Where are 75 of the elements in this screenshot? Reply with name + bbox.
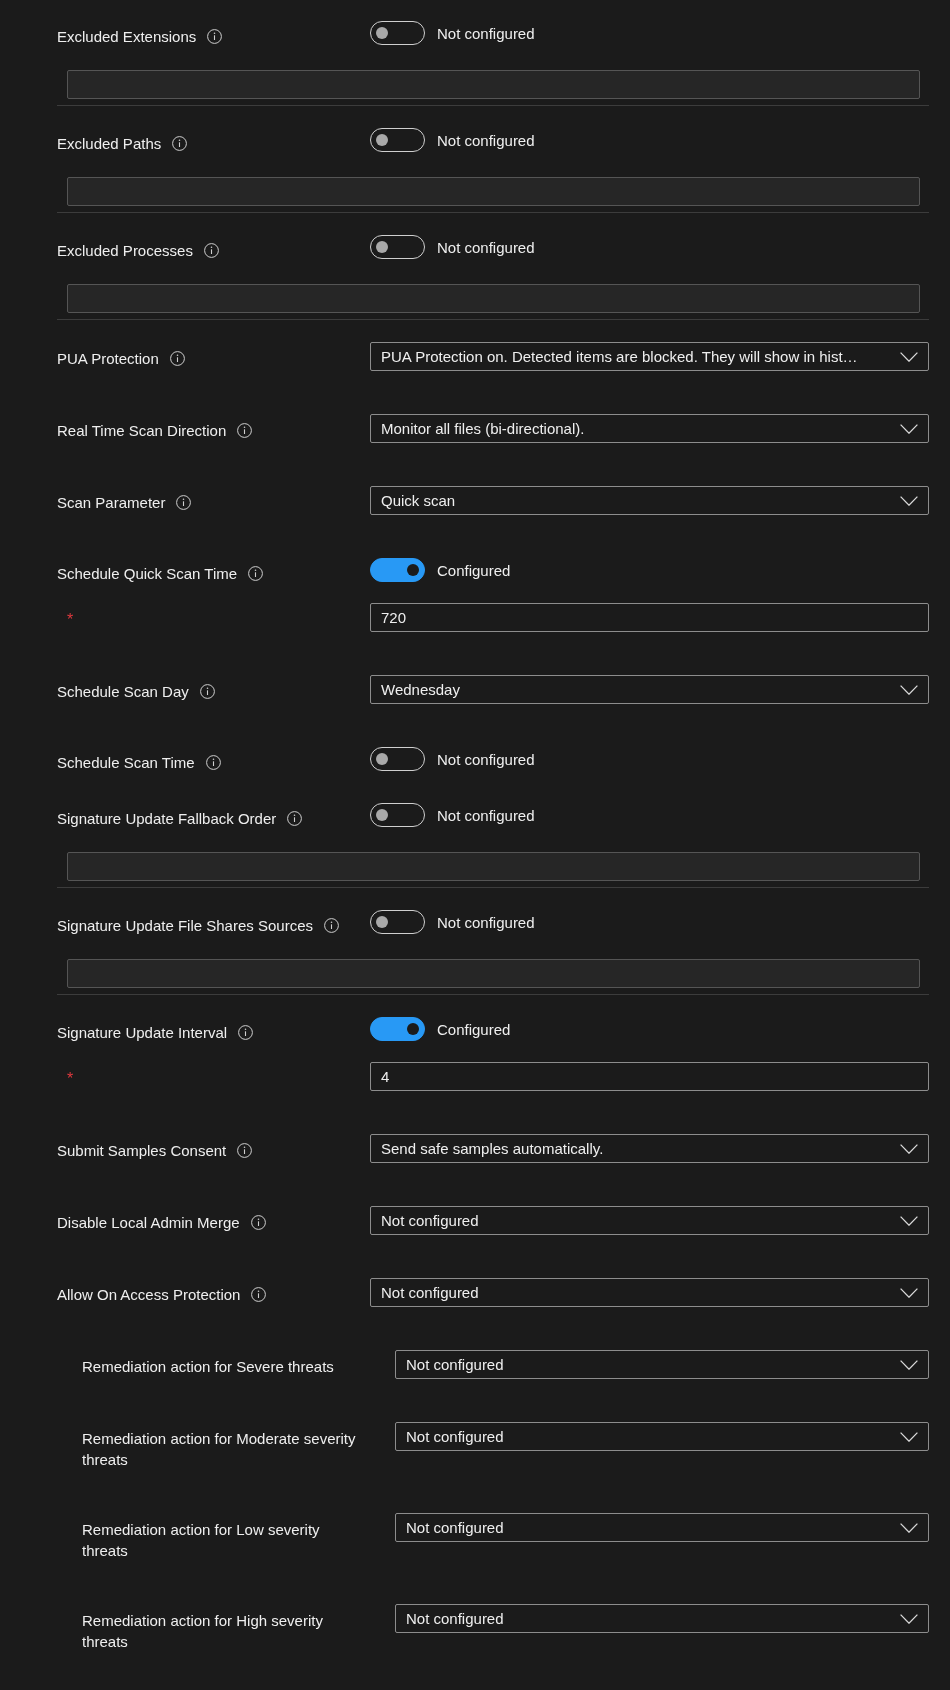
- setting-label: Real Time Scan Direction: [57, 421, 227, 441]
- info-icon[interactable]: [172, 136, 188, 151]
- toggle-switch[interactable]: [370, 1017, 425, 1041]
- info-icon[interactable]: [250, 1215, 266, 1230]
- setting-label: Signature Update Fallback Order: [57, 809, 277, 829]
- dropdown[interactable]: Not configured: [395, 1513, 929, 1542]
- toggle-status-label: Configured: [437, 560, 511, 581]
- chevron-down-icon: [900, 1613, 918, 1624]
- chevron-down-icon: [900, 1143, 918, 1154]
- value-field[interactable]: 720: [370, 603, 929, 632]
- dropdown[interactable]: Not configured: [395, 1422, 929, 1451]
- info-icon[interactable]: [169, 351, 185, 366]
- info-icon[interactable]: [237, 1143, 253, 1158]
- chevron-down-icon: [900, 684, 918, 695]
- input-field[interactable]: [67, 852, 920, 881]
- input-field[interactable]: [67, 959, 920, 988]
- setting-label: Disable Local Admin Merge: [57, 1213, 240, 1233]
- toggle-status-label: Not configured: [437, 749, 535, 770]
- info-icon[interactable]: [199, 684, 215, 699]
- setting-label: Allow On Access Protection: [57, 1285, 241, 1305]
- setting-label: Signature Update Interval: [57, 1023, 228, 1043]
- chevron-down-icon: [900, 1287, 918, 1298]
- chevron-down-icon: [900, 495, 918, 506]
- dropdown[interactable]: Send safe samples automatically.: [370, 1134, 929, 1163]
- toggle-switch[interactable]: [370, 558, 425, 582]
- input-field[interactable]: [67, 70, 920, 99]
- setting-label: Excluded Paths: [57, 134, 162, 154]
- info-icon[interactable]: [248, 566, 264, 581]
- chevron-down-icon: [900, 423, 918, 434]
- setting-label: Schedule Quick Scan Time: [57, 564, 238, 584]
- setting-label: Remediation action for High severity threats: [82, 1611, 324, 1652]
- info-icon[interactable]: [176, 495, 192, 510]
- setting-label: PUA Protection: [57, 349, 159, 369]
- toggle-status-label: Not configured: [437, 23, 535, 44]
- chevron-down-icon: [900, 1215, 918, 1226]
- info-icon[interactable]: [287, 811, 303, 826]
- setting-label: Excluded Processes: [57, 241, 193, 261]
- toggle-status-label: Not configured: [437, 237, 535, 258]
- dropdown[interactable]: Monitor all files (bi-directional).: [370, 414, 929, 443]
- setting-label: Submit Samples Consent: [57, 1141, 227, 1161]
- toggle-status-label: Not configured: [437, 805, 535, 826]
- info-icon[interactable]: [205, 755, 221, 770]
- dropdown[interactable]: Not configured: [370, 1278, 929, 1307]
- dropdown[interactable]: Not configured: [395, 1350, 929, 1379]
- setting-label: Schedule Scan Time: [57, 753, 195, 773]
- chevron-down-icon: [900, 1359, 918, 1370]
- info-icon[interactable]: [207, 29, 223, 44]
- setting-label: Remediation action for Low severity threats: [82, 1520, 321, 1561]
- dropdown[interactable]: Wednesday: [370, 675, 929, 704]
- dropdown[interactable]: Not configured: [370, 1206, 929, 1235]
- info-icon[interactable]: [324, 918, 339, 933]
- setting-label: Remediation action for Moderate severity threats: [82, 1429, 357, 1470]
- chevron-down-icon: [900, 1431, 918, 1442]
- dropdown[interactable]: Quick scan: [370, 486, 929, 515]
- input-field[interactable]: [67, 284, 920, 313]
- info-icon[interactable]: [203, 243, 219, 258]
- toggle-status-label: Not configured: [437, 912, 535, 933]
- info-icon[interactable]: [251, 1287, 267, 1302]
- value-field[interactable]: 4: [370, 1062, 929, 1091]
- dropdown[interactable]: PUA Protection on. Detected items are blocked. They will show in hist…: [370, 342, 929, 371]
- toggle-status-label: Configured: [437, 1019, 511, 1040]
- chevron-down-icon: [900, 1522, 918, 1533]
- chevron-down-icon: [900, 351, 918, 362]
- required-mark: *: [66, 1069, 74, 1089]
- info-icon[interactable]: [237, 423, 253, 438]
- info-icon[interactable]: [238, 1025, 254, 1040]
- setting-label: Schedule Scan Day: [57, 682, 189, 702]
- input-field[interactable]: [67, 177, 920, 206]
- setting-label: Scan Parameter: [57, 493, 166, 513]
- setting-label: Excluded Extensions: [57, 27, 197, 47]
- setting-label: Signature Update File Shares Sources: [57, 916, 313, 936]
- setting-label: Remediation action for Severe threats: [82, 1357, 334, 1377]
- required-mark: *: [66, 610, 74, 630]
- toggle-status-label: Not configured: [437, 130, 535, 151]
- dropdown[interactable]: Not configured: [395, 1604, 929, 1633]
